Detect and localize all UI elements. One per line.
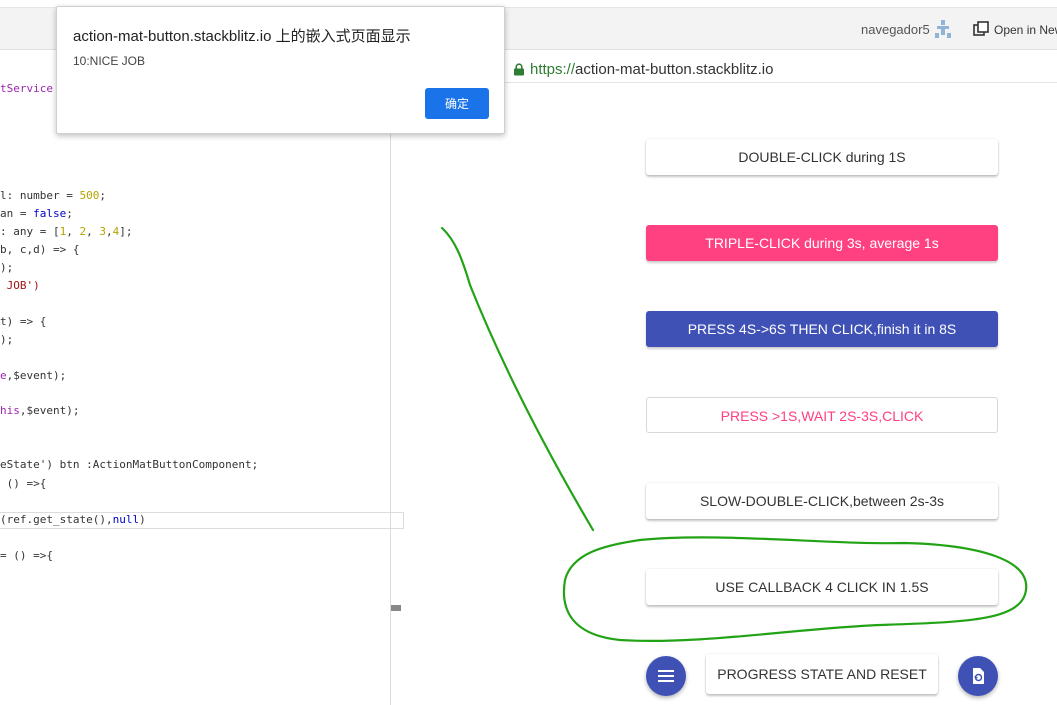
code-line: tService (0, 82, 53, 95)
code-token: his (0, 404, 20, 417)
menu-icon (658, 670, 674, 682)
alert-dialog: action-mat-button.stackblitz.io 上的嵌入式页面显… (56, 6, 505, 134)
code-line: l: number = 500; (0, 189, 106, 202)
code-line: an = false; (0, 207, 73, 220)
code-token: false (33, 207, 67, 220)
user-name[interactable]: navegador5 (861, 22, 930, 37)
progress-reset-button[interactable]: PROGRESS STATE AND RESET (706, 654, 938, 694)
code-line: JOB') (0, 279, 40, 292)
code-editor[interactable]: tService l: number = 500; an = false; : … (0, 50, 391, 705)
code-token: e (0, 369, 7, 382)
code-line: his,$event); (0, 404, 79, 417)
url-host: action-mat-button.stackblitz.io (575, 61, 774, 78)
code-line: : any = [1, 2, 3,4]; (0, 225, 133, 238)
code-token: tService (0, 82, 53, 95)
slow-double-click-button[interactable]: SLOW-DOUBLE-CLICK,between 2s-3s (646, 483, 998, 519)
dialog-ok-button[interactable]: 确定 (425, 88, 489, 119)
current-line-highlight (0, 512, 404, 529)
code-line: t) => { (0, 315, 47, 328)
press-wait-click-button[interactable]: PRESS >1S,WAIT 2S-3S,CLICK (646, 397, 998, 433)
code-line: ); (0, 261, 14, 274)
code-token: 3 (99, 225, 106, 238)
restore-page-icon (973, 668, 984, 684)
open-new-window-icon[interactable] (973, 21, 989, 37)
triple-click-button[interactable]: TRIPLE-CLICK during 3s, average 1s (646, 225, 998, 261)
lock-icon (514, 63, 524, 76)
code-token: ,$event); (6, 369, 67, 382)
annotation-arrow-line (440, 226, 595, 532)
double-click-button[interactable]: DOUBLE-CLICK during 1S (646, 139, 998, 175)
reset-fab-button[interactable] (958, 656, 998, 696)
code-token: an = (0, 207, 34, 220)
code-token: l: number = (0, 189, 80, 202)
user-avatar-icon[interactable] (933, 18, 953, 40)
code-token: : any = [ (0, 225, 60, 238)
code-line: e,$event); (0, 369, 66, 382)
code-token: 2 (79, 225, 87, 238)
dialog-title: action-mat-button.stackblitz.io 上的嵌入式页面显… (73, 28, 411, 45)
code-line: () =>{ (0, 477, 47, 490)
press-then-click-button[interactable]: PRESS 4S->6S THEN CLICK,finish it in 8S (646, 311, 998, 347)
code-line: b, c,d) => { (0, 243, 80, 256)
open-new-window-label[interactable]: Open in New (994, 23, 1057, 37)
code-token: ,$event); (19, 404, 80, 417)
code-token: 1 (59, 225, 67, 238)
preview-url[interactable]: https://action-mat-button.stackblitz.io (530, 61, 773, 78)
code-line: eState') btn :ActionMatButtonComponent; (0, 458, 259, 471)
callback-click-button[interactable]: USE CALLBACK 4 CLICK IN 1.5S (646, 569, 998, 605)
code-token: 4 (112, 225, 120, 238)
code-line: ); (0, 333, 14, 346)
screen: navegador5 Open in New tService l: numbe… (0, 0, 1057, 705)
dialog-message: 10:NICE JOB (73, 54, 146, 68)
code-token: 500 (79, 189, 100, 202)
menu-fab-button[interactable] (646, 656, 686, 696)
editor-resize-handle[interactable] (391, 605, 401, 611)
url-scheme: https:// (530, 61, 576, 78)
code-line: = () =>{ (0, 549, 53, 562)
